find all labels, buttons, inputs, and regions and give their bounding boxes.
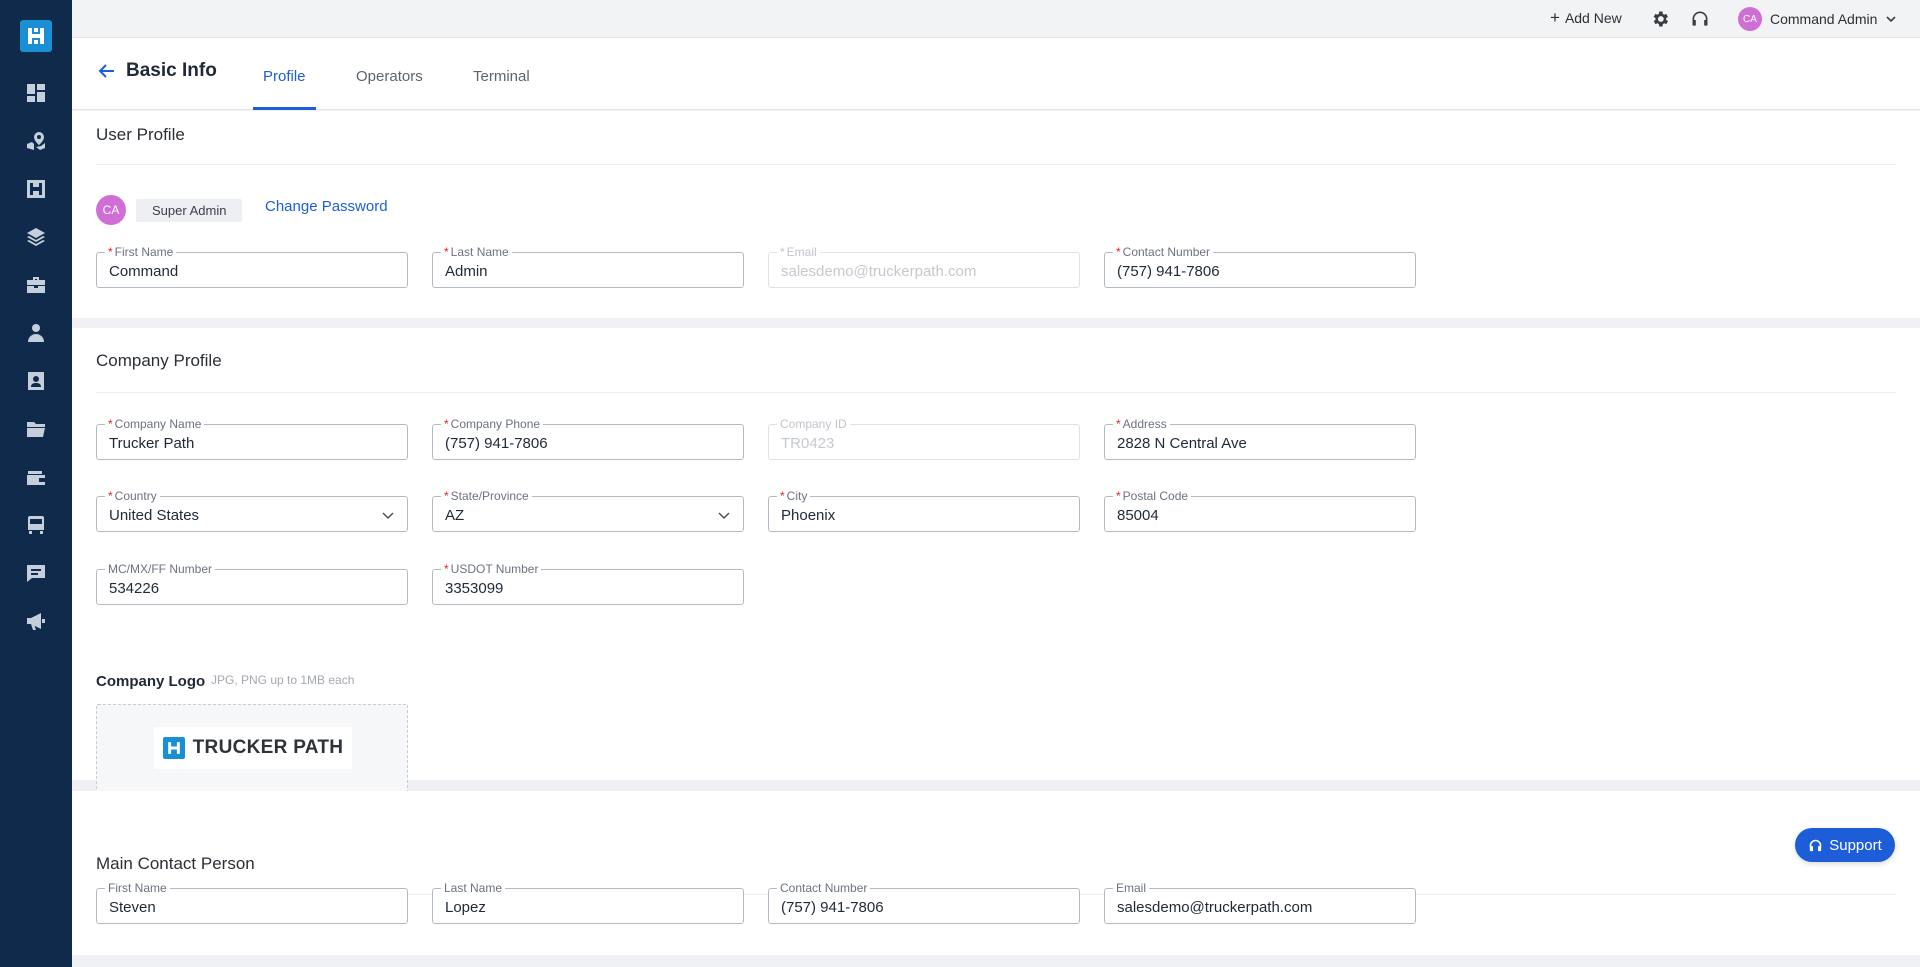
mc-number-field[interactable]: MC/MX/FF Number 534226 bbox=[96, 562, 408, 605]
tab-profile[interactable]: Profile bbox=[263, 68, 306, 85]
message-icon[interactable] bbox=[24, 561, 48, 585]
first-name-field[interactable]: * First Name Command bbox=[96, 245, 408, 288]
section-title: Company Profile bbox=[96, 351, 222, 370]
section-title: User Profile bbox=[96, 125, 185, 144]
sidebar bbox=[0, 0, 72, 967]
postal-code-field[interactable]: * Postal Code 85004 bbox=[1104, 489, 1416, 532]
contact-first-name-field[interactable]: First Name Steven bbox=[96, 881, 408, 924]
state-select[interactable]: * State/Province AZ bbox=[432, 489, 744, 532]
wallet-icon[interactable] bbox=[24, 465, 48, 489]
contact-email-field[interactable]: Email salesdemo@truckerpath.com bbox=[1104, 881, 1416, 924]
company-id-field: Company ID TR0423 bbox=[768, 417, 1080, 460]
tab-terminal[interactable]: Terminal bbox=[473, 68, 530, 85]
headset-icon bbox=[1809, 839, 1822, 851]
gear-icon[interactable] bbox=[1650, 9, 1670, 29]
divider bbox=[96, 392, 1896, 393]
truck-icon[interactable] bbox=[24, 513, 48, 537]
change-password-link[interactable]: Change Password bbox=[265, 198, 388, 215]
trucker-path-logo-icon bbox=[162, 737, 185, 759]
user-name: Command Admin bbox=[1770, 11, 1878, 27]
main-content: Basic Info Profile Operators Terminal Us… bbox=[72, 38, 1920, 967]
address-field[interactable]: * Address 2828 N Central Ave bbox=[1104, 417, 1416, 460]
contact-phone-field[interactable]: Contact Number (757) 941-7806 bbox=[768, 881, 1080, 924]
profile-avatar: CA bbox=[96, 195, 126, 225]
page-header: Basic Info Profile Operators Terminal bbox=[72, 38, 1920, 110]
active-tab-indicator bbox=[253, 107, 316, 110]
company-logo-hint: JPG, PNG up to 1MB each bbox=[211, 673, 355, 687]
divider bbox=[96, 164, 1896, 165]
main-contact-section: Main Contact Person bbox=[72, 791, 1920, 955]
city-field[interactable]: * City Phoenix bbox=[768, 489, 1080, 532]
dashboard-icon[interactable] bbox=[24, 81, 48, 105]
company-profile-section: Company Profile * Company Name Trucker Pa… bbox=[72, 328, 1920, 792]
briefcase-icon[interactable] bbox=[24, 273, 48, 297]
company-logo-upload[interactable]: TRUCKER PATH bbox=[96, 704, 408, 792]
company-logo-image: TRUCKER PATH bbox=[154, 727, 352, 769]
layers-icon[interactable] bbox=[24, 225, 48, 249]
chevron-down-icon bbox=[1886, 16, 1896, 23]
user-profile-section: User Profile CA Super Admin Change Passw… bbox=[72, 111, 1920, 318]
megaphone-icon[interactable] bbox=[24, 609, 48, 633]
chevron-down-icon bbox=[718, 512, 730, 520]
user-menu[interactable]: CA Command Admin bbox=[1738, 7, 1897, 31]
chevron-down-icon bbox=[382, 512, 394, 520]
role-badge: Super Admin bbox=[136, 199, 243, 222]
country-select[interactable]: * Country United States bbox=[96, 489, 408, 532]
add-new-label: Add New bbox=[1564, 10, 1622, 26]
company-name-field[interactable]: * Company Name Trucker Path bbox=[96, 417, 408, 460]
support-button[interactable]: Support bbox=[1795, 828, 1895, 862]
headset-icon[interactable] bbox=[1690, 9, 1710, 29]
company-logo-label: Company Logo bbox=[96, 673, 206, 690]
contact-number-field[interactable]: * Contact Number (757) 941-7806 bbox=[1104, 245, 1416, 288]
contacts-icon[interactable] bbox=[24, 369, 48, 393]
email-field: * Email salesdemo@truckerpath.com bbox=[768, 245, 1080, 288]
map-pin-icon[interactable] bbox=[24, 129, 48, 153]
last-name-field[interactable]: * Last Name Admin bbox=[432, 245, 744, 288]
usdot-number-field[interactable]: * USDOT Number 3353099 bbox=[432, 562, 744, 605]
add-new-button[interactable]: + Add New bbox=[1550, 8, 1622, 27]
tab-operators[interactable]: Operators bbox=[356, 68, 423, 85]
driver-icon[interactable] bbox=[24, 321, 48, 345]
back-arrow-icon[interactable] bbox=[98, 62, 116, 80]
top-bar: + Add New CA Command Admin bbox=[72, 0, 1920, 38]
contact-last-name-field[interactable]: Last Name Lopez bbox=[432, 881, 744, 924]
plus-icon: + bbox=[1550, 8, 1560, 27]
app-logo-icon[interactable] bbox=[20, 20, 52, 52]
page-title: Basic Info bbox=[126, 60, 217, 81]
avatar: CA bbox=[1738, 7, 1762, 31]
folder-icon[interactable] bbox=[24, 417, 48, 441]
section-title: Main Contact Person bbox=[96, 854, 255, 873]
company-phone-field[interactable]: * Company Phone (757) 941-7806 bbox=[432, 417, 744, 460]
dispatch-icon[interactable] bbox=[24, 177, 48, 201]
